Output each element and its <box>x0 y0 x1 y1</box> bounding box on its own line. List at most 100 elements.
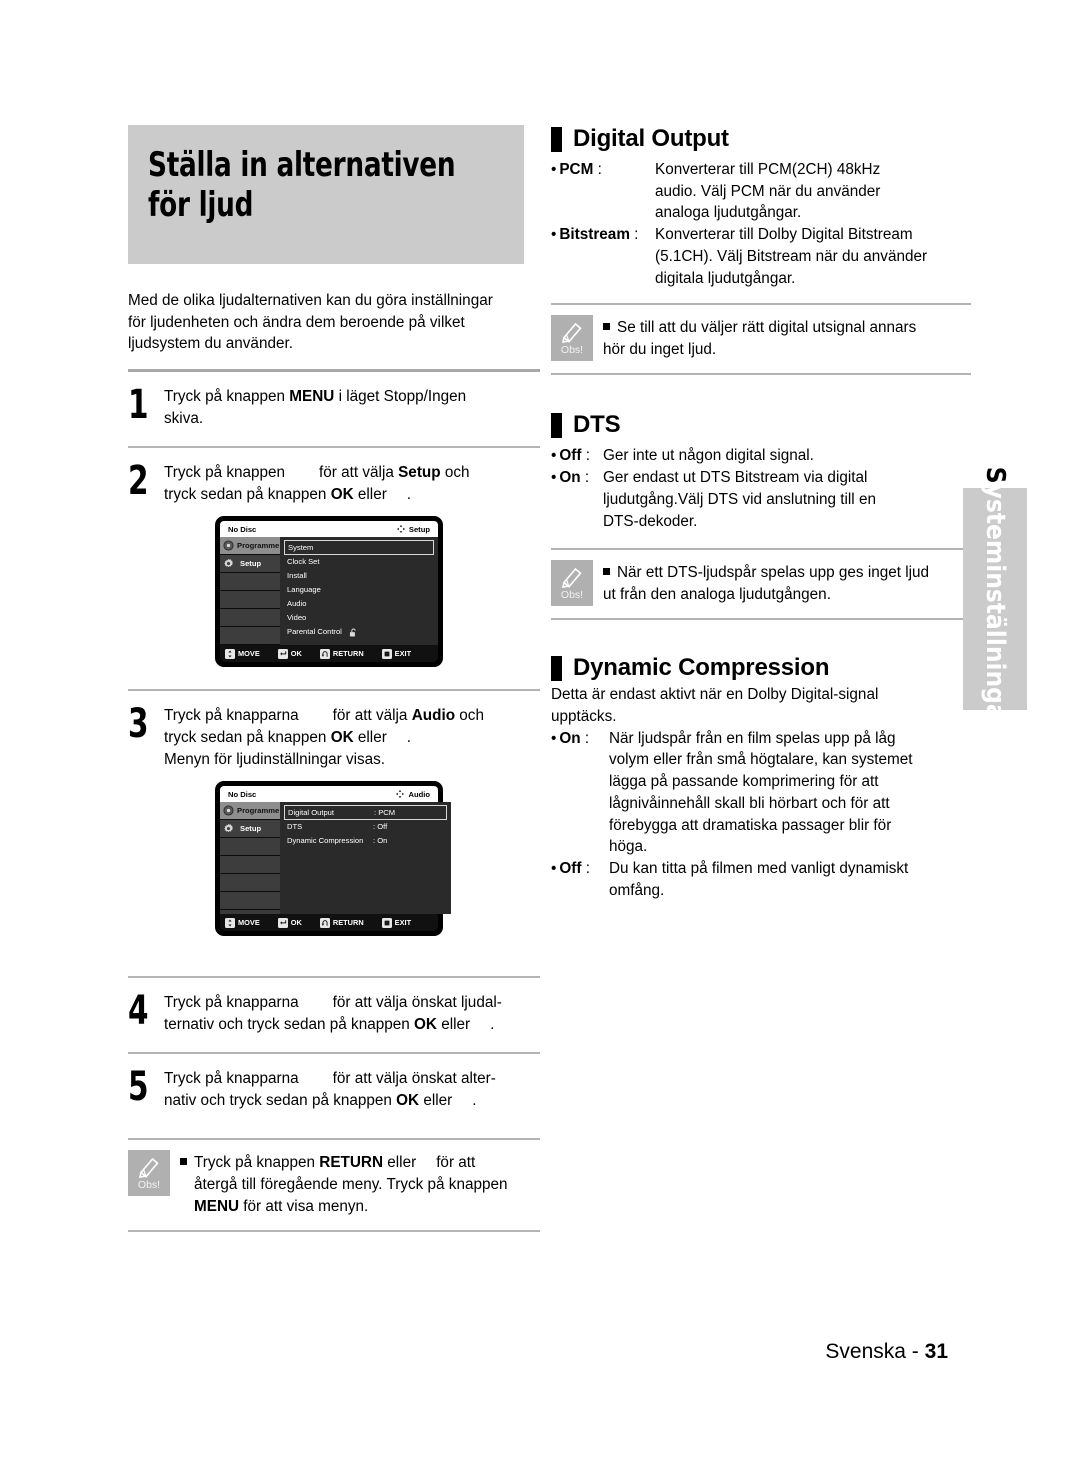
osd-button-label: MOVE <box>238 649 260 659</box>
osd-audio-menu-list: Digital Output : PCM DTS : Off Dynamic C… <box>280 802 451 915</box>
osd-button-ok[interactable]: OK <box>277 648 302 659</box>
section-digital-output: Digital Output • PCM : Konverterar till P… <box>551 125 971 376</box>
definition-description: Ger endast ut DTS Bitstream via digital … <box>603 469 876 530</box>
osd-menu-label: Language <box>287 585 321 595</box>
osd-audio-screen: No Disc Audio Programme Setup Digital Ou… <box>215 781 451 937</box>
pencil-icon <box>136 1153 162 1179</box>
osd-sidebar-item-setup[interactable]: Setup <box>220 555 280 574</box>
divider <box>128 369 540 373</box>
section-marker-icon <box>551 655 562 681</box>
osd-menu-item-parental-control[interactable]: Parental Control <box>284 625 434 639</box>
osd-sidebar-item-setup[interactable]: Setup <box>220 820 280 839</box>
step-number: 2 <box>128 458 149 505</box>
note-text: Tryck på knappen RETURN eller för att åte… <box>180 1150 540 1218</box>
square-bullet-icon <box>603 568 610 576</box>
step-5-line2-c: . <box>472 1092 477 1110</box>
step-4-line2-a: ternativ och tryck sedan på knappen <box>164 1016 415 1034</box>
osd-sidebar-item-programme[interactable]: Programme <box>220 537 280 556</box>
definition-row: • On : Ger endast ut DTS Bitstream via di… <box>551 467 971 532</box>
definition-term-label: Bitstream <box>559 226 630 244</box>
step-4-mid: för att välja önskat ljudal- <box>332 994 502 1012</box>
osd-sidebar-item-programme[interactable]: Programme <box>220 802 280 821</box>
note-box-digital-output: Obs! Se till att du väljer rätt digital … <box>551 305 971 373</box>
osd-sidebar-filler <box>220 627 280 646</box>
definition-term-colon: : <box>581 860 590 877</box>
osd-sidebar-filler <box>220 609 280 628</box>
step-text: Tryck på knappen för att välja Setup och … <box>164 462 540 506</box>
note-text: Se till att du väljer rätt digital utsig… <box>603 315 971 361</box>
osd-menu-item-language[interactable]: Language <box>284 583 434 597</box>
pencil-icon <box>559 563 585 589</box>
note-left-line1-c: för att <box>436 1154 476 1172</box>
definition-row: • Off : Ger inte ut någon digital signal. <box>551 445 971 467</box>
step-3-post: och <box>455 707 484 725</box>
osd-menu-label: Dynamic Compression <box>287 836 364 846</box>
divider <box>128 689 540 692</box>
unlock-icon <box>349 628 358 637</box>
osd-setup-sidebar: Programme Setup <box>220 537 280 646</box>
divider <box>128 446 540 449</box>
step-4: 4 Tryck på knapparna för att välja önskat… <box>128 988 540 1036</box>
osd-audio-statusbar: No Disc Audio <box>220 786 438 803</box>
osd-setup-body: Programme Setup System Clock Set Install… <box>220 537 438 646</box>
osd-menu-item-install[interactable]: Install <box>284 569 434 583</box>
stop-square-icon <box>381 917 392 928</box>
osd-button-label: RETURN <box>332 918 364 928</box>
step-3-bold-audio: Audio <box>411 707 456 725</box>
osd-button-move[interactable]: MOVE <box>225 648 260 659</box>
bullet-dot-icon: • <box>551 729 557 747</box>
step-2-bold-setup: Setup <box>398 464 441 482</box>
osd-menu-item-dts[interactable]: DTS : Off <box>284 820 447 834</box>
step-2: 2 Tryck på knappen för att välja Setup oc… <box>128 458 540 506</box>
section-dts: DTS • Off : Ger inte ut någon digital sig… <box>551 411 971 621</box>
osd-button-return[interactable]: RETURN <box>319 648 364 659</box>
definition-row: • Off : Du kan titta på filmen med vanlig… <box>551 858 971 901</box>
step-3-pre: Tryck på knapparna <box>164 707 299 725</box>
osd-menu-item-video[interactable]: Video <box>284 611 434 625</box>
osd-menu-label: Clock Set <box>287 557 320 567</box>
osd-menu-label: Audio <box>287 599 307 609</box>
step-text: Tryck på knapparna för att välja önskat l… <box>164 992 540 1036</box>
osd-menu-item-system[interactable]: System <box>284 540 434 556</box>
osd-menu-item-audio[interactable]: Audio <box>284 597 434 611</box>
section-heading: DTS <box>551 411 971 439</box>
osd-menu-item-clock-set[interactable]: Clock Set <box>284 555 434 569</box>
stop-square-icon <box>381 648 392 659</box>
step-1-mid: i läget Stopp/Ingen <box>334 388 467 406</box>
osd-setup-menu-list: System Clock Set Install Language Audio … <box>280 537 438 646</box>
definition-term: • On : <box>551 728 609 750</box>
definition-term: • PCM : <box>551 159 655 181</box>
osd-menu-item-dynamic-compression[interactable]: Dynamic Compression : On <box>284 834 447 848</box>
osd-sidebar-label: Programme <box>237 541 280 551</box>
section-dynamic-compression: Dynamic Compression Detta är endast akti… <box>551 654 971 901</box>
note-left-line1-b: eller <box>383 1154 417 1172</box>
osd-button-ok[interactable]: OK <box>277 917 302 928</box>
step-4-pre: Tryck på knapparna <box>164 994 299 1012</box>
step-2-line2-a: tryck sedan på knappen <box>164 486 331 504</box>
osd-setup-statusbar: No Disc Setup <box>220 521 438 538</box>
note-box-return: Obs! Tryck på knappen RETURN eller för at… <box>128 1140 540 1230</box>
osd-button-exit[interactable]: EXIT <box>381 917 411 928</box>
osd-menu-label: Parental Control <box>287 627 342 637</box>
osd-button-move[interactable]: MOVE <box>225 917 260 928</box>
note-left-bold-return: RETURN <box>319 1154 384 1172</box>
osd-menu-item-digital-output[interactable]: Digital Output : PCM <box>284 805 447 821</box>
step-2-line2-b: eller <box>353 486 387 504</box>
definition-term: • Off : <box>551 858 609 880</box>
step-2-mid: för att välja <box>319 464 399 482</box>
note-text: När ett DTS-ljudspår spelas upp ges inge… <box>603 560 971 606</box>
step-2-line2-c: . <box>406 486 412 504</box>
definition-term: • Off : <box>551 445 603 467</box>
step-number: 4 <box>128 988 149 1035</box>
divider <box>128 1052 540 1055</box>
osd-menu-value: : PCM <box>374 808 396 818</box>
bullet-dot-icon: • <box>551 860 557 877</box>
manual-page: Ställa in alternativen för ljud Med de o… <box>0 0 1080 1482</box>
definition-description: Konverterar till Dolby Digital Bitstream… <box>655 226 928 287</box>
note-left-line1-a: Tryck på knappen <box>194 1154 320 1172</box>
note-dts-text: När ett DTS-ljudspår spelas upp ges inge… <box>603 564 930 604</box>
osd-setup-screen: No Disc Setup Programme Setup System Clo… <box>215 516 443 668</box>
osd-button-return[interactable]: RETURN <box>319 917 364 928</box>
osd-button-exit[interactable]: EXIT <box>381 648 411 659</box>
step-text: Tryck på knappen MENU i läget Stopp/Inge… <box>164 386 540 430</box>
